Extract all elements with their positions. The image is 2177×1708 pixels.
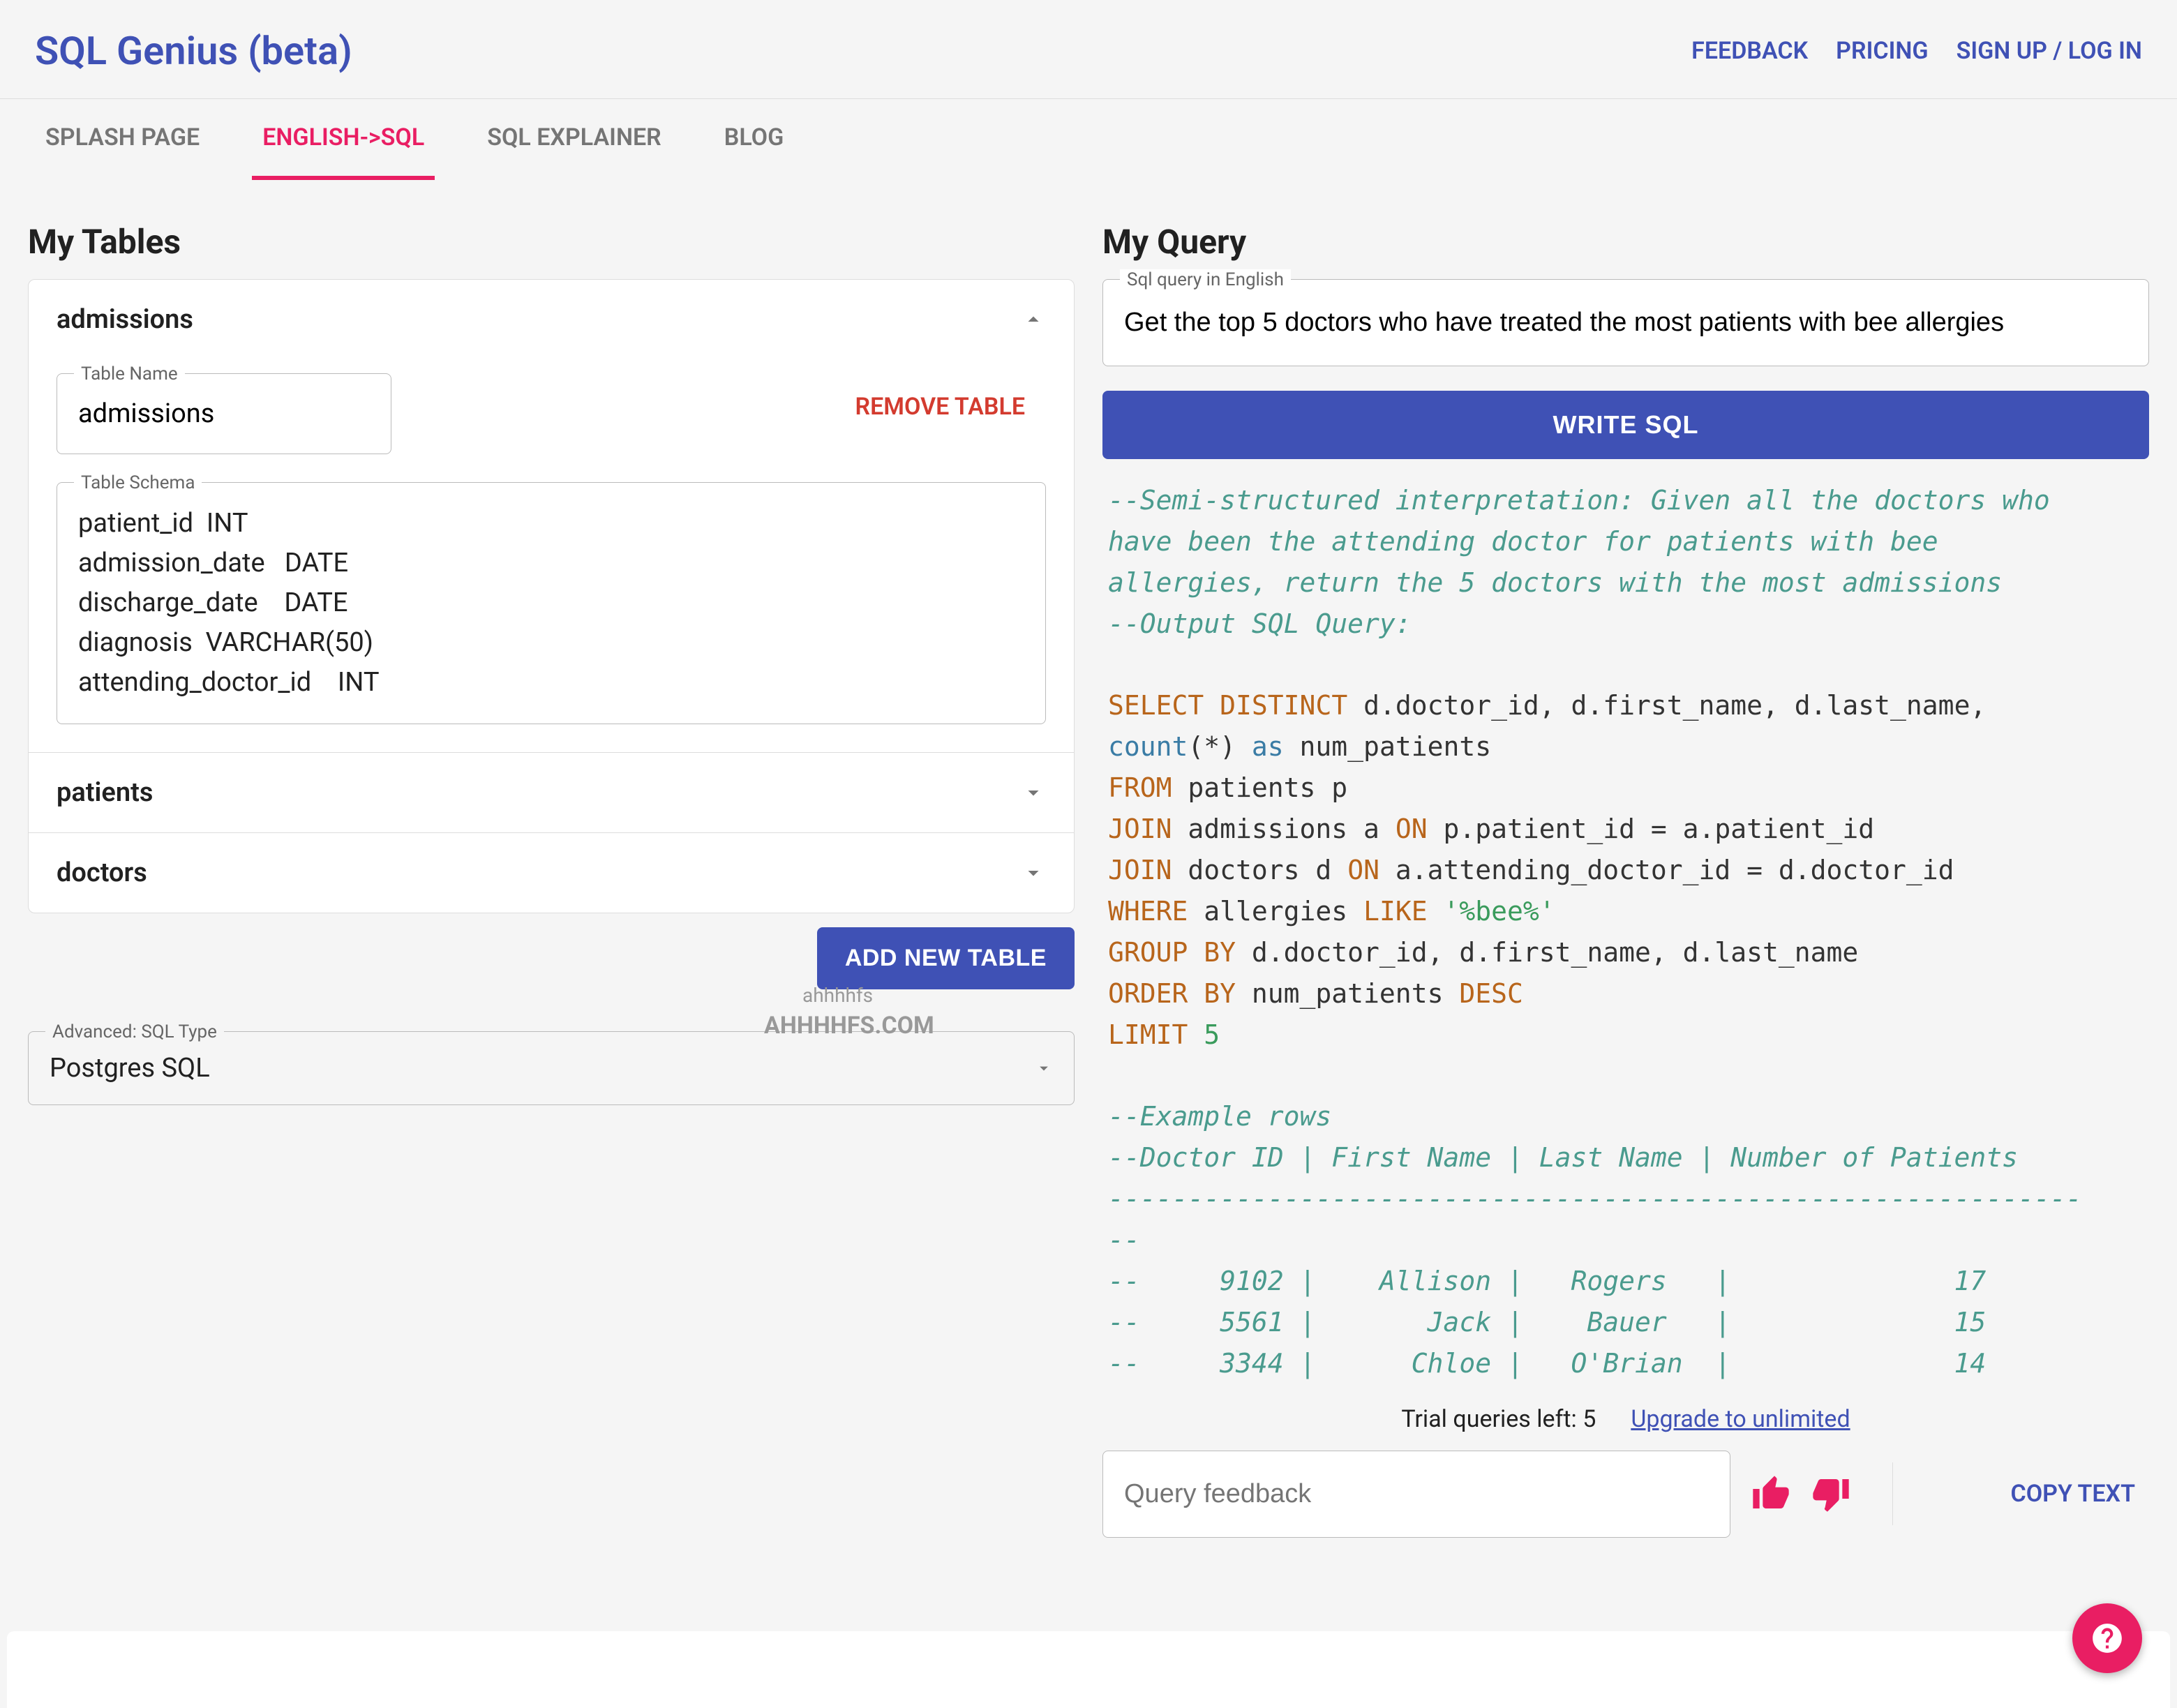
footer-bar — [7, 1631, 2170, 1708]
table-name-field-wrap: Table Name — [57, 373, 391, 454]
trial-text: Trial queries left: 5 — [1401, 1405, 1596, 1433]
sql-kw: LIMIT — [1108, 1019, 1188, 1050]
feedback-row: COPY TEXT — [1102, 1451, 2149, 1538]
table-header-patients[interactable]: patients — [29, 753, 1074, 832]
my-query-title: My Query — [1102, 222, 2149, 262]
sql-kw: FROM — [1108, 772, 1172, 803]
main: My Tables admissions Table Name REMOVE T… — [0, 180, 2177, 1538]
header-links: FEEDBACK PRICING SIGN UP / LOG IN — [1691, 37, 2142, 65]
table-card-doctors: doctors — [29, 833, 1074, 913]
sql-kw: as — [1252, 731, 1284, 762]
sql-kw: SELECT — [1108, 690, 1204, 721]
sql-kw: GROUP BY — [1108, 937, 1236, 968]
sql-text: p.patient_id = a.patient_id — [1428, 814, 1875, 844]
logo[interactable]: SQL Genius (beta) — [35, 28, 352, 74]
table-header-admissions[interactable]: admissions — [29, 280, 1074, 359]
sql-text: d.doctor_id, d.first_name, d.last_name — [1236, 937, 1858, 968]
tab-explainer[interactable]: SQL EXPLAINER — [477, 99, 672, 180]
sql-text: allergies — [1188, 896, 1363, 927]
feedback-link[interactable]: FEEDBACK — [1691, 37, 1808, 65]
separator — [1892, 1462, 1893, 1525]
thumbs-down-icon[interactable] — [1811, 1474, 1850, 1513]
upgrade-link[interactable]: Upgrade to unlimited — [1631, 1405, 1850, 1433]
table-name-patients: patients — [57, 777, 153, 808]
table-name-label: Table Name — [74, 364, 185, 384]
sql-example-comment: --Example rows --Doctor ID | First Name … — [1108, 1101, 2082, 1378]
copy-text-button[interactable]: COPY TEXT — [2010, 1480, 2149, 1508]
chevron-up-icon — [1021, 307, 1046, 332]
chevron-down-icon — [1021, 780, 1046, 805]
query-label: Sql query in English — [1120, 269, 1291, 290]
help-fab[interactable] — [2072, 1603, 2142, 1673]
sql-text: a.attending_doctor_id = d.doctor_id — [1379, 855, 1954, 885]
sql-kw: DESC — [1459, 978, 1523, 1009]
thumbs-up-icon[interactable] — [1751, 1474, 1790, 1513]
sql-text: num_patients — [1236, 978, 1459, 1009]
my-tables-title: My Tables — [28, 222, 1075, 262]
remove-table-button[interactable]: REMOVE TABLE — [855, 393, 1046, 421]
help-icon — [2090, 1621, 2125, 1656]
sql-kw: ON — [1396, 814, 1428, 844]
query-input-wrap: Sql query in English — [1102, 279, 2149, 366]
chevron-down-icon — [1021, 860, 1046, 885]
sql-kw: JOIN — [1108, 814, 1172, 844]
sql-type-label: Advanced: SQL Type — [45, 1021, 224, 1042]
table-card-admissions: admissions Table Name REMOVE TABLE Table… — [29, 280, 1074, 753]
sql-kw: DISTINCT — [1220, 690, 1347, 721]
pricing-link[interactable]: PRICING — [1836, 37, 1928, 65]
right-panel: My Query Sql query in English WRITE SQL … — [1102, 222, 2149, 1538]
sql-num: 5 — [1188, 1019, 1220, 1050]
signup-link[interactable]: SIGN UP / LOG IN — [1957, 37, 2142, 65]
sql-func: count — [1108, 731, 1188, 762]
tab-blog[interactable]: BLOG — [714, 99, 795, 180]
sql-kw: LIKE — [1363, 896, 1428, 927]
table-name-input[interactable] — [57, 373, 391, 454]
sql-text: patients p — [1172, 772, 1348, 803]
sql-text: doctors d — [1172, 855, 1348, 885]
sql-text: (*) — [1188, 731, 1252, 762]
sql-kw: ON — [1347, 855, 1379, 885]
tables-panel: admissions Table Name REMOVE TABLE Table… — [28, 279, 1075, 913]
sql-kw: ORDER BY — [1108, 978, 1236, 1009]
sql-text: num_patients — [1284, 731, 1491, 762]
table-card-patients: patients — [29, 753, 1074, 833]
schema-label: Table Schema — [74, 472, 202, 493]
schema-field-wrap: Table Schema patient_id INT admission_da… — [57, 482, 1046, 724]
sql-text: admissions a — [1172, 814, 1396, 844]
header: SQL Genius (beta) FEEDBACK PRICING SIGN … — [0, 0, 2177, 98]
trial-row: Trial queries left: 5 Upgrade to unlimit… — [1102, 1405, 2149, 1433]
table-name-admissions: admissions — [57, 304, 193, 335]
left-panel: My Tables admissions Table Name REMOVE T… — [28, 222, 1075, 1538]
table-name-doctors: doctors — [57, 857, 147, 888]
sql-type-select-wrap: Advanced: SQL Type Postgres SQL — [28, 1031, 1075, 1105]
sql-comment: --Semi-structured interpretation: Given … — [1108, 485, 2050, 639]
schema-input[interactable]: patient_id INT admission_date DATE disch… — [57, 482, 1046, 724]
feedback-input[interactable] — [1102, 1451, 1730, 1538]
sql-kw: WHERE — [1108, 896, 1188, 927]
table-header-doctors[interactable]: doctors — [29, 833, 1074, 913]
tab-english-sql[interactable]: ENGLISH->SQL — [252, 99, 435, 180]
sql-kw: JOIN — [1108, 855, 1172, 885]
sql-output: --Semi-structured interpretation: Given … — [1102, 480, 2149, 1384]
add-table-button[interactable]: ADD NEW TABLE — [817, 927, 1075, 989]
tabs: SPLASH PAGE ENGLISH->SQL SQL EXPLAINER B… — [0, 98, 2177, 180]
query-input[interactable] — [1102, 279, 2149, 366]
tab-splash[interactable]: SPLASH PAGE — [35, 99, 210, 180]
table-body-admissions: Table Name REMOVE TABLE Table Schema pat… — [29, 359, 1074, 752]
sql-string: '%bee%' — [1428, 896, 1555, 927]
sql-text: d.doctor_id, d.first_name, d.last_name, — [1347, 690, 1986, 721]
write-sql-button[interactable]: WRITE SQL — [1102, 391, 2149, 459]
add-table-row: ADD NEW TABLE — [28, 927, 1075, 989]
